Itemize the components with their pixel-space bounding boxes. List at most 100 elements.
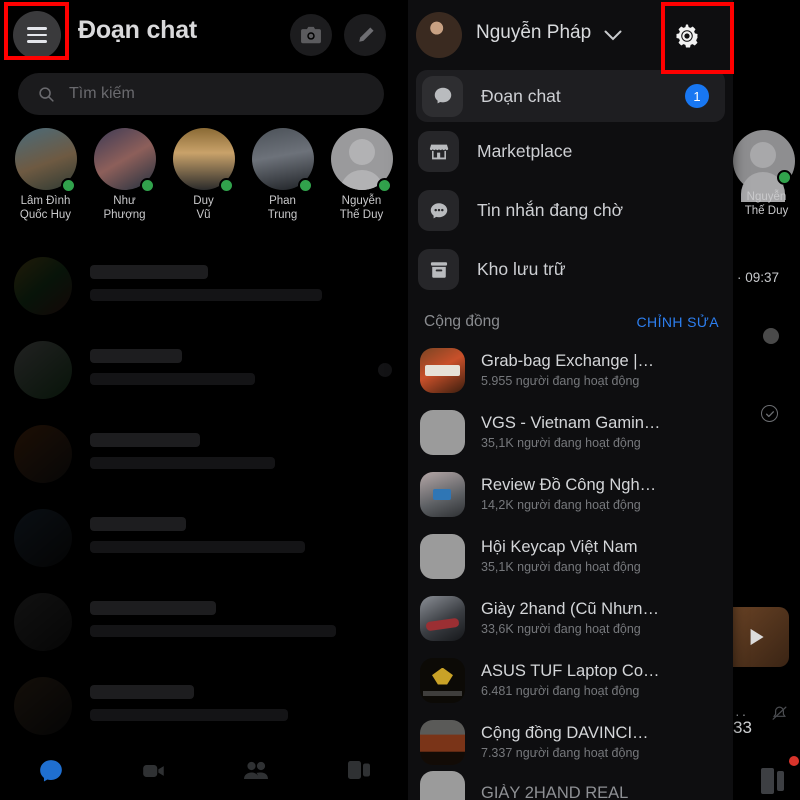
archive-glyph: [430, 261, 447, 278]
story-item[interactable]: Duy Vũ: [164, 128, 243, 243]
check-glyph: [765, 410, 774, 417]
list-item[interactable]: VGS - Vietnam Gamin… 35,1K người đang ho…: [408, 401, 733, 463]
online-indicator: [777, 170, 792, 185]
drawer-item-chats[interactable]: Đoạn chat 1: [416, 70, 725, 122]
pencil-glyph: [358, 26, 374, 42]
drawer-item-message-requests[interactable]: Tin nhắn đang chờ: [408, 181, 733, 240]
table-row[interactable]: [0, 497, 410, 581]
stories-icon[interactable]: [761, 768, 784, 794]
chevron-down-icon[interactable]: [604, 30, 622, 41]
story-item[interactable]: Như Phượng: [85, 128, 164, 243]
camera-glyph: [301, 26, 321, 43]
avatar: [14, 341, 72, 399]
placeholder-head: [750, 142, 776, 168]
conversation-preview: [90, 457, 275, 469]
name-line-1: Phan: [269, 195, 296, 207]
drawer-item-label: Đoạn chat: [481, 85, 561, 106]
active-stories-row: Lâm Đình Quốc Huy Như Phượng Duy Vũ Phan…: [0, 128, 410, 243]
list-item[interactable]: ASUS TUF Laptop Co… 6.481 người đang hoạ…: [408, 649, 733, 711]
underlying-list-sliver: Nguyễn Thế Duy · 09:37 ·· 33: [733, 0, 800, 800]
drawer-header: Nguyễn Pháp: [408, 0, 733, 70]
name-line-2: Thế Duy: [339, 209, 384, 221]
hamburger-menu-icon[interactable]: [13, 11, 61, 59]
story-block-large: [761, 768, 774, 794]
table-row[interactable]: [0, 665, 410, 749]
conversation-name: [90, 265, 208, 279]
drawer-item-label: Kho lưu trữ: [477, 259, 566, 279]
conversation-list: [0, 245, 410, 750]
gear-icon[interactable]: [663, 12, 711, 60]
conversation-preview: [90, 625, 336, 637]
community-name: Review Đồ Công Ngh…: [481, 476, 657, 494]
community-active-count: 6.481 người đang hoạt động: [481, 684, 640, 698]
conversation-name: [90, 601, 216, 615]
video-attachment-thumbnail[interactable]: [733, 607, 789, 667]
list-item[interactable]: Review Đồ Công Ngh… 14,2K người đang hoạ…: [408, 463, 733, 525]
nav-tab-people[interactable]: [205, 746, 308, 800]
video-camera-icon: [142, 765, 164, 777]
pencil-compose-icon[interactable]: [344, 14, 386, 56]
community-text: Giày 2hand (Cũ Nhưn… 33,6K người đang ho…: [481, 600, 659, 636]
edit-communities-link[interactable]: CHỈNH SỬA: [637, 314, 719, 330]
conversation-status: [378, 363, 392, 377]
table-row[interactable]: [0, 413, 410, 497]
story-item[interactable]: Nguyễn Thế Duy: [322, 128, 401, 243]
message-requests-icon: [418, 190, 459, 231]
profile-name[interactable]: Nguyễn Pháp: [476, 22, 591, 44]
list-item[interactable]: Giày 2hand (Cũ Nhưn… 33,6K người đang ho…: [408, 587, 733, 649]
nav-tab-calls[interactable]: [103, 746, 206, 800]
nav-tab-stories[interactable]: [308, 746, 411, 800]
community-text: Hội Keycap Việt Nam 35,1K người đang hoạ…: [481, 538, 641, 574]
community-thumbnail: [420, 657, 465, 703]
conversation-name: [90, 433, 200, 447]
story-item[interactable]: Phan Trung: [243, 128, 322, 243]
drawer-item-marketplace[interactable]: Marketplace: [408, 122, 733, 181]
community-thumbnail: [420, 770, 465, 800]
communities-list: Grab-bag Exchange |… 5.955 người đang ho…: [408, 339, 733, 800]
table-row[interactable]: [0, 245, 410, 329]
avatar: [14, 257, 72, 315]
list-item[interactable]: Grab-bag Exchange |… 5.955 người đang ho…: [408, 339, 733, 401]
name-line-2: Thế Duy: [744, 205, 789, 217]
thumb-detail: [423, 690, 462, 696]
name-line-1: Nguyễn: [746, 191, 787, 203]
community-thumbnail: [420, 409, 465, 455]
search-placeholder: Tìm kiếm: [69, 85, 135, 102]
navigation-drawer: Nguyễn Pháp Đoạn chat 1 Marketplace Tin …: [408, 0, 733, 800]
avatar[interactable]: [416, 12, 462, 58]
thumb-detail: [425, 617, 460, 631]
community-text: Review Đồ Công Ngh… 14,2K người đang hoạ…: [481, 476, 656, 512]
drawer-item-label: Marketplace: [477, 141, 573, 161]
store-glyph: [429, 144, 448, 159]
hamburger-line: [27, 33, 47, 37]
story-item[interactable]: Lâm Đình Quốc Huy: [6, 128, 85, 243]
community-active-count: 5.955 người đang hoạt động: [481, 374, 640, 388]
thumb-detail: [433, 488, 451, 500]
conversation-name: [90, 349, 182, 363]
list-item[interactable]: Cộng đồng DAVINCI… 7.337 người đang hoạt…: [408, 711, 733, 773]
conversation-preview: [90, 289, 322, 301]
nav-tab-chats[interactable]: [0, 746, 103, 800]
placeholder-head: [348, 139, 375, 165]
community-active-count: 14,2K người đang hoạt động: [481, 498, 641, 512]
conversation-preview: [90, 709, 288, 721]
table-row[interactable]: [0, 329, 410, 413]
gear-glyph: [676, 24, 698, 48]
community-thumbnail: [420, 471, 465, 517]
hamburger-line: [27, 40, 47, 43]
list-item[interactable]: GIÀY 2HAND REAL: [408, 770, 733, 800]
list-item[interactable]: Hội Keycap Việt Nam 35,1K người đang hoạ…: [408, 525, 733, 587]
page-title: Đoạn chat: [78, 16, 198, 44]
chat-bubble-icon: [40, 760, 63, 782]
avatar: [14, 677, 72, 735]
camera-icon[interactable]: [290, 14, 332, 56]
conversation-name: [90, 517, 186, 531]
people-icon: [244, 761, 269, 779]
drawer-item-archive[interactable]: Kho lưu trữ: [408, 240, 733, 299]
message-time-partial: 33: [733, 718, 752, 737]
search-input[interactable]: Tìm kiếm: [18, 73, 384, 115]
name-line-1: Duy: [193, 195, 214, 207]
table-row[interactable]: [0, 581, 410, 665]
community-text: Cộng đồng DAVINCI… 7.337 người đang hoạt…: [481, 724, 649, 760]
conversation-name: [90, 685, 194, 699]
